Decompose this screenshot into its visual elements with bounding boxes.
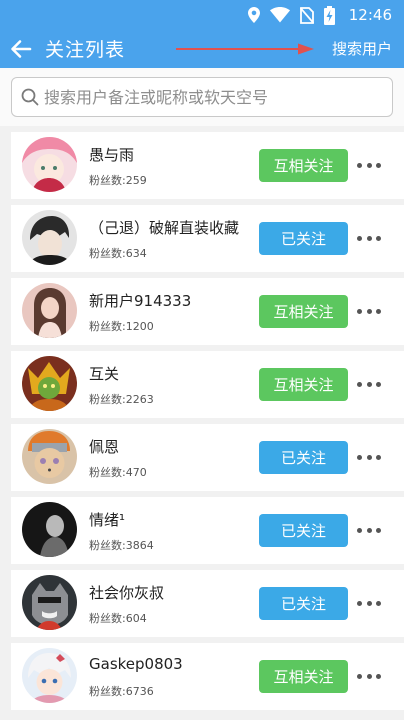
- avatar: [22, 356, 77, 411]
- list-item[interactable]: 愚与雨 粉丝数:259 互相关注: [11, 132, 404, 199]
- fans-count: 粉丝数:3864: [89, 539, 154, 552]
- user-name: 社会你灰叔: [89, 584, 165, 602]
- user-name: 愚与雨: [89, 146, 135, 164]
- battery-charging-icon: [323, 5, 335, 25]
- avatar: [22, 429, 77, 484]
- more-icon[interactable]: [357, 670, 381, 682]
- followed-button[interactable]: 已关注: [259, 514, 348, 547]
- fans-count: 粉丝数:259: [89, 174, 147, 187]
- list-item[interactable]: 新用户914333 粉丝数:1200 互相关注: [11, 278, 404, 345]
- user-name: Gaskep0803: [89, 655, 183, 673]
- more-icon[interactable]: [357, 378, 381, 390]
- mutual-follow-button[interactable]: 互相关注: [259, 368, 348, 401]
- list-item[interactable]: 社会你灰叔 粉丝数:604 已关注: [11, 570, 404, 637]
- back-arrow-icon[interactable]: [8, 36, 34, 62]
- avatar: [22, 575, 77, 630]
- location-icon: [247, 7, 260, 23]
- fans-count: 粉丝数:1200: [89, 320, 154, 333]
- more-icon[interactable]: [357, 159, 381, 171]
- followed-button[interactable]: 已关注: [259, 441, 348, 474]
- list-item[interactable]: Gaskep0803 粉丝数:6736 互相关注: [11, 643, 404, 710]
- user-name: 新用户914333: [89, 292, 192, 310]
- list-item[interactable]: （己退）破解直装收藏 粉丝数:634 已关注: [11, 205, 404, 272]
- fans-count: 粉丝数:2263: [89, 393, 154, 406]
- avatar: [22, 210, 77, 265]
- avatar: [22, 283, 77, 338]
- list-item[interactable]: 情绪¹ 粉丝数:3864 已关注: [11, 497, 404, 564]
- wifi-icon: [269, 7, 290, 23]
- status-icons: 12:46: [247, 5, 392, 25]
- avatar: [22, 648, 77, 703]
- user-name: 情绪¹: [89, 511, 126, 529]
- no-sim-icon: [299, 6, 314, 24]
- more-icon[interactable]: [357, 305, 381, 317]
- followed-button[interactable]: 已关注: [259, 587, 348, 620]
- list-item[interactable]: 互关 粉丝数:2263 互相关注: [11, 351, 404, 418]
- fans-count: 粉丝数:470: [89, 466, 147, 479]
- search-input[interactable]: [44, 84, 384, 110]
- search-users-button[interactable]: 搜索用户: [332, 38, 392, 59]
- more-icon[interactable]: [357, 597, 381, 609]
- more-icon[interactable]: [357, 232, 381, 244]
- search-bar: [0, 68, 404, 126]
- user-name: 互关: [89, 365, 120, 383]
- status-bar: 12:46: [0, 0, 404, 30]
- mutual-follow-button[interactable]: 互相关注: [259, 295, 348, 328]
- more-icon[interactable]: [357, 451, 381, 463]
- search-box[interactable]: [11, 77, 393, 117]
- page-title: 关注列表: [45, 39, 126, 61]
- fans-count: 粉丝数:634: [89, 247, 147, 260]
- mutual-follow-button[interactable]: 互相关注: [259, 149, 348, 182]
- followed-button[interactable]: 已关注: [259, 222, 348, 255]
- more-icon[interactable]: [357, 524, 381, 536]
- app-bar: 关注列表 搜索用户: [0, 30, 404, 68]
- fans-count: 粉丝数:604: [89, 612, 147, 625]
- search-icon: [21, 88, 39, 106]
- following-list: 愚与雨 粉丝数:259 互相关注 （己退）破解直装收藏 粉丝数:634 已关注: [0, 126, 404, 710]
- annotation-arrow-icon: [176, 43, 314, 55]
- status-time: 12:46: [348, 6, 392, 24]
- avatar: [22, 137, 77, 192]
- avatar: [22, 502, 77, 557]
- user-name: 佩恩: [89, 438, 120, 456]
- mutual-follow-button[interactable]: 互相关注: [259, 660, 348, 693]
- fans-count: 粉丝数:6736: [89, 685, 154, 698]
- user-name: （己退）破解直装收藏: [89, 219, 240, 237]
- list-item[interactable]: 佩恩 粉丝数:470 已关注: [11, 424, 404, 491]
